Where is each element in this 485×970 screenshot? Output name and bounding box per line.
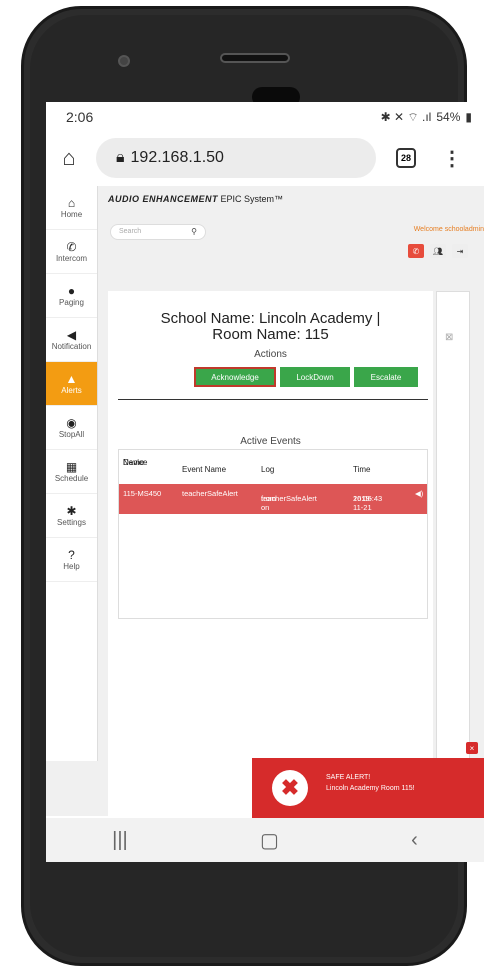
cell-log-line2: from on 115-MS450 xyxy=(261,494,285,530)
brand-system: EPIC System™ xyxy=(220,194,284,204)
browser-menu-icon[interactable]: ⋮ xyxy=(442,146,462,171)
col-device-line2: Name xyxy=(123,458,145,467)
android-nav-bar: ||| ▢ ‹ xyxy=(46,818,484,862)
sidebar-item-schedule[interactable]: ▦ Schedule xyxy=(46,450,97,494)
search-input[interactable]: Search ⚲ xyxy=(110,224,206,240)
sidebar-label: Home xyxy=(60,210,83,219)
brand-name: AUDIO ENHANCEMENT xyxy=(108,194,219,204)
lock-icon: 🔒︎ xyxy=(116,149,125,166)
table-header: Device Name Event Name Log Time xyxy=(119,454,427,482)
sidebar-item-alerts[interactable]: ▲ Alerts xyxy=(46,362,97,406)
lockdown-button[interactable]: LockDown xyxy=(280,367,350,387)
phone-icon: ✆ xyxy=(66,240,77,254)
sidebar-label: Alerts xyxy=(61,386,82,395)
floorplan-icon[interactable]: ⊠ xyxy=(445,332,453,343)
url-text: 192.168.1.50 xyxy=(130,149,224,166)
home-nav-icon[interactable]: ▢ xyxy=(260,828,279,853)
recents-icon[interactable]: ||| xyxy=(112,829,128,852)
back-icon[interactable]: ‹ xyxy=(411,829,418,852)
sidebar-item-stopall[interactable]: ◉ StopAll xyxy=(46,406,97,450)
divider xyxy=(118,399,428,400)
help-icon: ? xyxy=(68,548,75,562)
users-button[interactable]: 👥︎ xyxy=(430,244,446,258)
sidebar: ⌂ Home ✆ Intercom ● Paging ◀ Notification ▲ A… xyxy=(46,186,98,761)
main-panel: School Name: Lincoln Academy | Room Name… xyxy=(108,291,433,816)
col-event: Event Name xyxy=(182,465,227,474)
home-icon: ⌂ xyxy=(67,196,76,210)
app-area: ⌂ Home ✆ Intercom ● Paging ◀ Notification ▲ A… xyxy=(46,186,484,816)
microphone-icon: ● xyxy=(67,284,76,298)
sidebar-label: Paging xyxy=(59,298,84,307)
alert-title: SAFE ALERT! xyxy=(326,774,371,781)
app-header: AUDIO ENHANCEMENT EPIC System™ Search ⚲ W… xyxy=(102,186,484,276)
sidebar-item-help[interactable]: ? Help xyxy=(46,538,97,582)
close-icon: ✖ xyxy=(272,770,308,806)
front-camera xyxy=(118,55,130,67)
page-title: School Name: Lincoln Academy | Room Name… xyxy=(108,311,433,343)
phone-screen: 2:06 ✱ ✕ ⌔ .ıl 54% ▮ ⌂ 🔒︎ 192.168.1.50 2… xyxy=(46,102,484,862)
browser-toolbar: ⌂ 🔒︎ 192.168.1.50 28 ⋮ xyxy=(46,136,484,180)
search-icon: ⚲ xyxy=(191,227,197,236)
school-name: School Name: Lincoln Academy | xyxy=(160,310,381,327)
close-alert-button[interactable]: × xyxy=(466,742,478,754)
warning-icon: ▲ xyxy=(65,372,78,386)
status-icons: ✱ ✕ ⌔ .ıl xyxy=(380,109,432,124)
events-table: Device Name Event Name Log Time 115-MS450… xyxy=(118,449,428,619)
battery-icon: ▮ xyxy=(465,110,472,124)
gear-icon: ✱ xyxy=(66,504,77,518)
sidebar-item-notification[interactable]: ◀ Notification xyxy=(46,318,97,362)
cell-event: teacherSafeAlert xyxy=(182,489,238,498)
map-panel: ⊠ xyxy=(436,291,470,761)
alert-message: Lincoln Academy Room 115! xyxy=(326,785,415,792)
cell-time-line2: 16:06:43 xyxy=(353,494,383,503)
alert-text: SAFE ALERT! Lincoln Academy Room 115! xyxy=(326,772,415,794)
call-button[interactable]: ✆ xyxy=(408,244,424,258)
status-bar: 2:06 ✱ ✕ ⌔ .ıl 54% ▮ xyxy=(46,102,484,132)
speaker-icon: ◀ xyxy=(66,328,77,342)
sidebar-item-intercom[interactable]: ✆ Intercom xyxy=(46,230,97,274)
status-time: 2:06 xyxy=(66,109,94,125)
sidebar-label: Schedule xyxy=(54,474,89,483)
brand-logo: AUDIO ENHANCEMENT EPIC System™ xyxy=(108,194,283,204)
sidebar-label: Notification xyxy=(51,342,92,351)
sidebar-item-settings[interactable]: ✱ Settings xyxy=(46,494,97,538)
safe-alert-toast[interactable]: ✖ SAFE ALERT! Lincoln Academy Room 115! xyxy=(252,758,484,818)
table-row[interactable]: 115-MS450 teacherSafeAlert teacherSafeAl… xyxy=(119,484,427,530)
escalate-button[interactable]: Escalate xyxy=(354,367,418,387)
logout-button[interactable]: ⇥ xyxy=(452,244,468,258)
sidebar-item-paging[interactable]: ● Paging xyxy=(46,274,97,318)
col-time: Time xyxy=(353,465,371,474)
col-log: Log xyxy=(261,465,275,474)
browser-home-icon[interactable]: ⌂ xyxy=(50,145,88,171)
acknowledge-button[interactable]: Acknowledge xyxy=(194,367,276,387)
actions-heading: Actions xyxy=(254,349,287,360)
battery-level: 54% xyxy=(436,110,461,124)
address-bar[interactable]: 🔒︎ 192.168.1.50 xyxy=(96,138,376,178)
cell-device: 115-MS450 xyxy=(123,489,162,498)
events-heading: Active Events xyxy=(240,436,301,447)
speaker-icon[interactable]: ◀) xyxy=(415,489,423,498)
search-placeholder: Search xyxy=(119,228,142,235)
sidebar-label: StopAll xyxy=(58,430,85,439)
calendar-icon: ▦ xyxy=(65,460,78,474)
sidebar-label: Intercom xyxy=(55,254,88,263)
room-name: Room Name: 115 xyxy=(212,326,329,343)
sidebar-label: Help xyxy=(63,562,80,571)
welcome-text: Welcome schooladmin xyxy=(413,226,484,233)
tab-switcher-button[interactable]: 28 xyxy=(396,148,416,168)
speaker-grille xyxy=(220,53,290,63)
stop-icon: ◉ xyxy=(66,416,77,430)
sidebar-item-home[interactable]: ⌂ Home xyxy=(46,186,97,230)
sidebar-label: Settings xyxy=(57,518,86,527)
